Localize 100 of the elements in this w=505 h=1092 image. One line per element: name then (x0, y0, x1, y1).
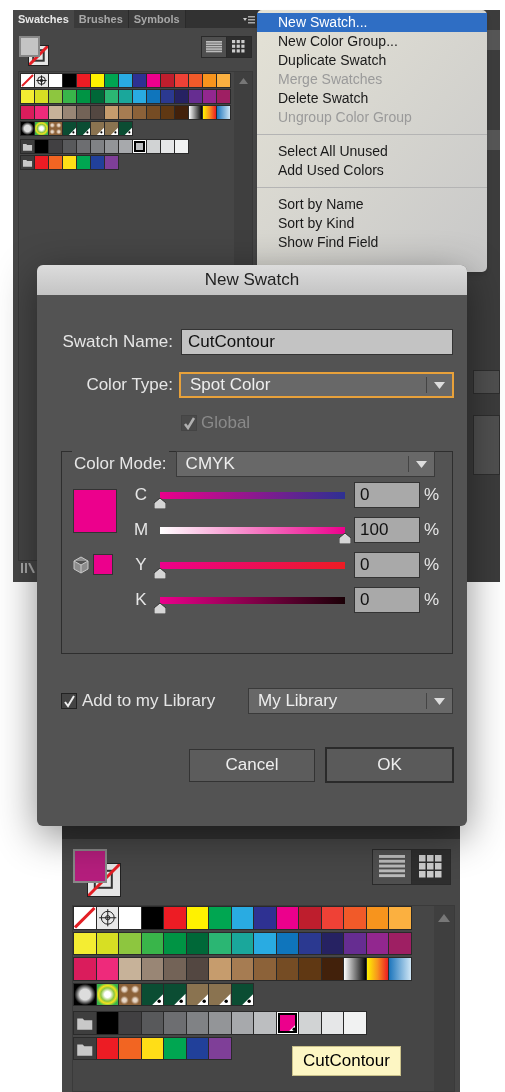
grid-view-button[interactable] (412, 850, 450, 884)
color-swatch[interactable] (119, 958, 141, 980)
global-swatch[interactable] (186, 983, 208, 1005)
color-swatch[interactable] (389, 932, 411, 954)
slider-thumb[interactable] (154, 567, 166, 579)
color-swatch[interactable] (164, 958, 186, 980)
gradient-swatch[interactable] (366, 958, 388, 980)
color-swatch[interactable] (141, 958, 163, 980)
color-swatch[interactable] (141, 932, 163, 954)
color-swatch[interactable] (276, 932, 298, 954)
color-swatch[interactable] (63, 140, 76, 153)
color-swatch[interactable] (96, 958, 118, 980)
pattern-swatch[interactable] (35, 122, 48, 135)
color-swatch[interactable] (35, 140, 48, 153)
color-swatch[interactable] (186, 932, 208, 954)
color-swatch[interactable] (141, 1037, 163, 1059)
input-field[interactable]: 0 (354, 552, 420, 578)
menu-item[interactable]: Select All Unused (257, 142, 487, 161)
color-swatch[interactable] (91, 90, 104, 103)
global-swatch[interactable] (91, 122, 104, 135)
color-swatch[interactable] (186, 1037, 208, 1059)
color-swatch[interactable] (74, 932, 96, 954)
color-swatch[interactable] (203, 74, 216, 87)
color-swatch[interactable] (161, 106, 174, 119)
color-swatch[interactable] (344, 907, 366, 929)
color-swatch[interactable] (321, 1012, 343, 1034)
color-swatch[interactable] (276, 907, 298, 929)
color-swatch[interactable] (231, 958, 253, 980)
color-swatch[interactable] (321, 932, 343, 954)
color-swatch[interactable] (276, 958, 298, 980)
global-swatch[interactable] (141, 983, 163, 1005)
color-swatch[interactable] (217, 90, 230, 103)
color-swatch[interactable] (91, 74, 104, 87)
color-swatch[interactable] (147, 90, 160, 103)
color-swatch[interactable] (63, 156, 76, 169)
color-swatch[interactable] (344, 932, 366, 954)
checkbox[interactable] (61, 693, 77, 709)
registration-swatch[interactable] (35, 74, 48, 87)
color-swatch[interactable] (133, 140, 146, 153)
panel-tab[interactable]: Brushes (73, 10, 129, 28)
spot-swatch[interactable] (276, 1012, 298, 1034)
color-swatch[interactable] (119, 90, 132, 103)
color-swatch[interactable] (119, 932, 141, 954)
color-swatch[interactable] (175, 90, 188, 103)
color-swatch[interactable] (105, 106, 118, 119)
color-swatch[interactable] (93, 554, 113, 575)
panel-tab[interactable]: Swatches (13, 10, 74, 28)
color-swatch[interactable] (186, 1012, 208, 1034)
color-swatch[interactable] (299, 932, 321, 954)
gradient-swatch[interactable] (389, 958, 411, 980)
color-swatch[interactable] (299, 1012, 321, 1034)
color-swatch[interactable] (254, 932, 276, 954)
list-view-button[interactable] (202, 37, 226, 57)
none-swatch[interactable] (21, 74, 34, 87)
color-swatch[interactable] (254, 1012, 276, 1034)
global-swatch[interactable] (63, 122, 76, 135)
none-swatch[interactable] (74, 907, 96, 929)
pattern-swatch[interactable] (49, 122, 62, 135)
color-swatch[interactable] (119, 74, 132, 87)
gradient-swatch[interactable] (189, 106, 202, 119)
color-swatch[interactable] (147, 74, 160, 87)
color-swatch[interactable] (209, 958, 231, 980)
color-swatch[interactable] (119, 106, 132, 119)
folder-icon[interactable] (21, 140, 34, 153)
grid-view-button[interactable] (227, 37, 251, 57)
color-swatch[interactable] (164, 1012, 186, 1034)
color-swatch[interactable] (77, 74, 90, 87)
menu-item[interactable]: Sort by Kind (257, 214, 487, 233)
menu-item[interactable]: Show Find Field (257, 233, 487, 252)
color-swatch[interactable] (74, 958, 96, 980)
color-swatch[interactable] (141, 1012, 163, 1034)
color-swatch[interactable] (175, 106, 188, 119)
gradient-swatch[interactable] (344, 958, 366, 980)
color-swatch[interactable] (63, 106, 76, 119)
color-swatch[interactable] (209, 1012, 231, 1034)
global-swatch[interactable] (105, 122, 118, 135)
folder-icon[interactable] (74, 1037, 96, 1059)
fill-stroke-icon[interactable] (19, 36, 49, 66)
color-swatch[interactable] (299, 958, 321, 980)
color-swatch[interactable] (35, 106, 48, 119)
folder-icon[interactable] (74, 1012, 96, 1034)
color-swatch[interactable] (164, 907, 186, 929)
color-swatch[interactable] (161, 74, 174, 87)
slider-thumb[interactable] (154, 602, 166, 614)
menu-item[interactable]: Sort by Name (257, 195, 487, 214)
input-field[interactable]: 0 (354, 587, 420, 613)
menu-item[interactable]: Delete Swatch (257, 89, 487, 108)
input-field[interactable]: 100 (354, 517, 420, 543)
color-swatch[interactable] (96, 1012, 118, 1034)
input-field[interactable]: CutContour (181, 329, 453, 355)
color-swatch[interactable] (119, 1037, 141, 1059)
slider-thumb[interactable] (339, 532, 351, 544)
color-swatch[interactable] (231, 1012, 253, 1034)
color-swatch[interactable] (91, 140, 104, 153)
color-swatch[interactable] (119, 140, 132, 153)
color-swatch[interactable] (299, 907, 321, 929)
folder-icon[interactable] (21, 156, 34, 169)
color-swatch[interactable] (147, 106, 160, 119)
registration-swatch[interactable] (96, 907, 118, 929)
color-swatch[interactable] (321, 958, 343, 980)
